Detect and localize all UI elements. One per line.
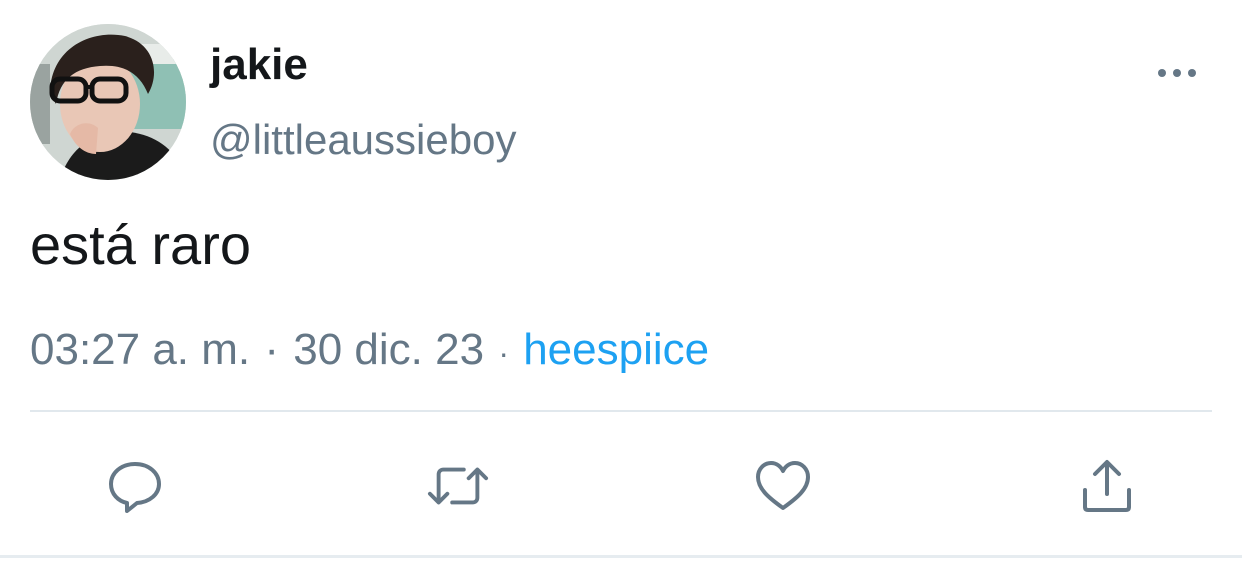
tweet-card: jakie @littleaussieboy está raro 03:27 a… [0,0,1242,576]
divider [30,410,1212,412]
more-horizontal-icon [1158,69,1196,77]
avatar-photo [30,24,186,180]
meta-separator: · [498,335,509,371]
meta-separator: · [264,325,280,374]
tweet-time[interactable]: 03:27 a. m. [30,325,250,374]
avatar[interactable] [30,24,186,180]
tweet-text: está raro [30,213,251,276]
divider [0,555,1242,558]
reply-icon [109,462,161,513]
retweet-icon [427,467,489,505]
share-button[interactable] [1076,455,1138,517]
retweet-button[interactable] [427,455,489,517]
tweet-meta: 03:27 a. m. · 30 dic. 23 · heespiice [30,322,709,381]
heart-icon [756,461,810,510]
like-button[interactable] [752,455,814,517]
share-icon [1083,460,1131,512]
more-options-button[interactable] [1152,58,1202,88]
reply-button[interactable] [104,455,166,517]
display-name[interactable]: jakie [210,38,308,92]
tweet-source-link[interactable]: heespiice [523,325,709,374]
user-handle[interactable]: @littleaussieboy [210,113,516,167]
tweet-date[interactable]: 30 dic. 23 [293,325,484,374]
